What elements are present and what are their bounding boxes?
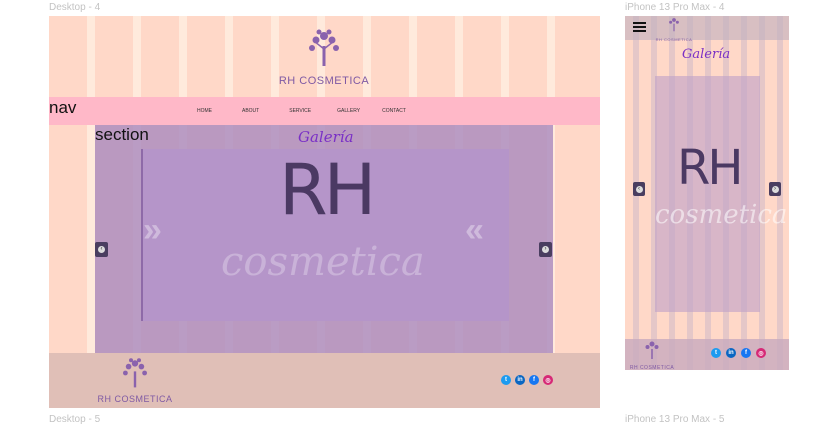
nav-link-home[interactable]: HOME [197, 108, 212, 114]
desktop-frame[interactable]: RH COSMETICA nav HOME ABOUT SERVICE GALL… [49, 16, 600, 408]
mobile-header: RH COSMETICA [625, 16, 789, 42]
mobile-next-frame-label: iPhone 13 Pro Max - 5 [625, 414, 725, 425]
chevron-right-deco-icon: » [143, 211, 162, 249]
twitter-icon[interactable]: t [711, 348, 721, 358]
chevron-right-icon: › [542, 246, 549, 253]
mobile-frame[interactable]: RH COSMETICA Galería RH cosmetica ‹ › RH… [625, 16, 789, 370]
nav-link-about[interactable]: ABOUT [242, 108, 259, 114]
desktop-next-frame-label: Desktop - 5 [49, 414, 101, 425]
mobile-rh-monogram: RH [677, 140, 743, 196]
mobile-brand-name: RH COSMETICA [655, 37, 693, 42]
mobile-header-logo[interactable]: RH COSMETICA [654, 17, 694, 42]
gallery-image: RH cosmetica » « [141, 149, 509, 321]
mobile-footer-brand-name: RH COSMETICA [629, 365, 675, 370]
tree-logo-icon [309, 29, 339, 66]
footer: RH COSMETICA t in f ◎ [49, 353, 600, 408]
linkedin-icon[interactable]: in [726, 348, 736, 358]
nav-link-gallery[interactable]: GALLERY [337, 108, 360, 114]
mobile-frame-label: iPhone 13 Pro Max - 4 [625, 2, 725, 13]
chevron-left-icon: ‹ [635, 185, 643, 193]
mobile-gallery-title: Galería [682, 47, 731, 62]
chevron-left-deco-icon: « [465, 211, 484, 249]
twitter-icon[interactable]: t [501, 375, 511, 385]
gallery-title: Galería [298, 128, 354, 146]
mobile-footer-logo[interactable]: RH COSMETICA [625, 340, 679, 370]
gallery-section: section Galería RH cosmetica » « ‹ › [95, 125, 553, 353]
nav-bar: nav HOME ABOUT SERVICE GALLERY CONTACT [49, 97, 600, 125]
instagram-icon[interactable]: ◎ [543, 375, 553, 385]
brand-name: RH COSMETICA [278, 75, 370, 87]
mobile-carousel-next-button[interactable]: › [769, 182, 781, 196]
section-frame-tag: section [95, 125, 149, 144]
linkedin-icon[interactable]: in [515, 375, 525, 385]
mobile-gallery-image: RH cosmetica [655, 76, 787, 312]
mobile-carousel-prev-button[interactable]: ‹ [633, 182, 645, 196]
cosmetica-script: cosmetica [221, 239, 425, 285]
nav-link-contact[interactable]: CONTACT [382, 108, 406, 114]
hamburger-menu-icon[interactable] [633, 22, 646, 33]
instagram-icon[interactable]: ◎ [756, 348, 766, 358]
footer-brand-name: RH COSMETICA [97, 394, 173, 404]
tree-logo-icon [669, 18, 679, 32]
mobile-footer: RH COSMETICA t in f ◎ [625, 339, 789, 370]
rh-monogram: RH [279, 149, 376, 231]
mobile-social-links: t in f ◎ [711, 348, 766, 358]
facebook-icon[interactable]: f [741, 348, 751, 358]
nav-links: HOME ABOUT SERVICE GALLERY CONTACT [197, 108, 406, 114]
facebook-icon[interactable]: f [529, 375, 539, 385]
chevron-left-icon: ‹ [98, 246, 105, 253]
footer-logo[interactable]: RH COSMETICA [93, 357, 177, 404]
tree-logo-icon [645, 341, 659, 359]
chevron-right-icon: › [771, 185, 779, 193]
social-links: t in f ◎ [501, 375, 553, 385]
nav-link-service[interactable]: SERVICE [289, 108, 311, 114]
carousel-prev-button[interactable]: ‹ [95, 242, 108, 257]
tree-logo-icon [123, 358, 147, 388]
nav-frame-tag: nav [49, 98, 77, 117]
desktop-frame-label: Desktop - 4 [49, 2, 101, 13]
mobile-cosmetica-script: cosmetica [655, 200, 788, 230]
carousel-next-button[interactable]: › [539, 242, 552, 257]
header-logo[interactable]: RH COSMETICA [269, 28, 379, 87]
